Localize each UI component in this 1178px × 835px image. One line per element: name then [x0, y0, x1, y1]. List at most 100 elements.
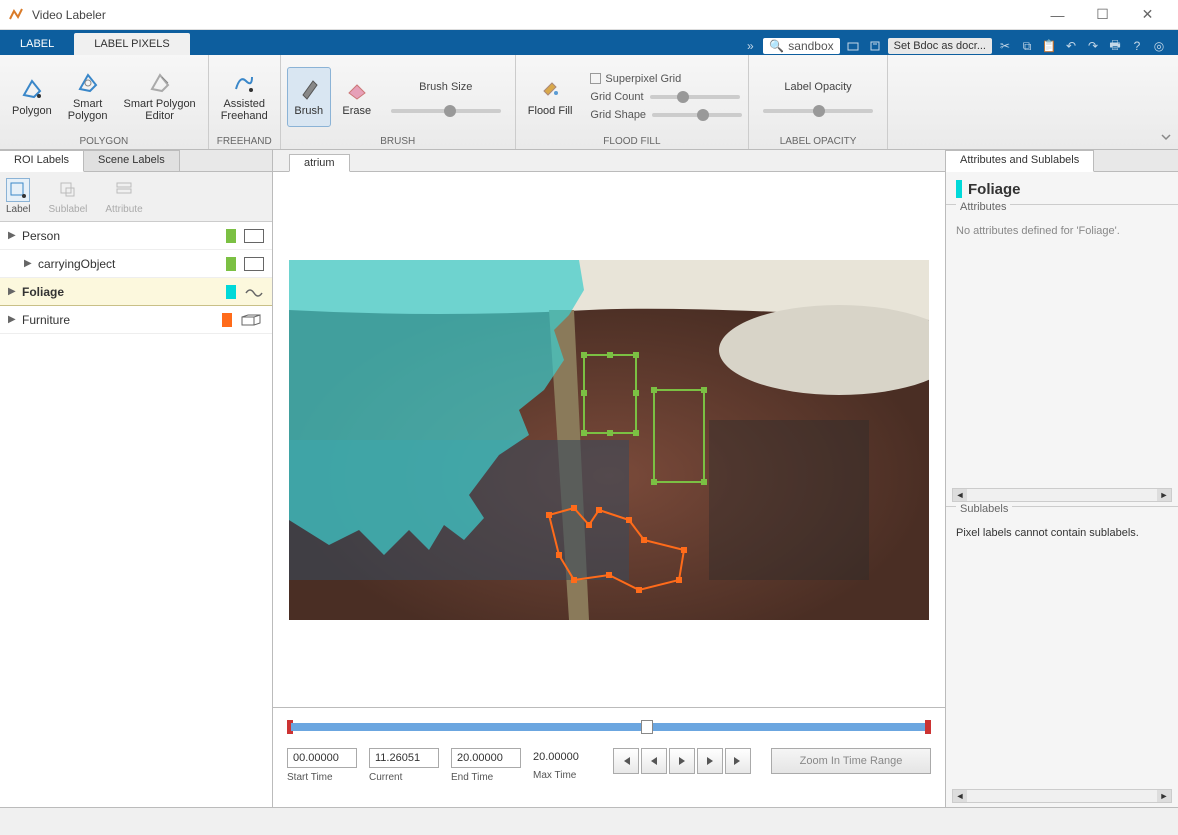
doc-button[interactable]: Set Bdoc as docr... [888, 38, 992, 54]
qa-icon-1[interactable] [844, 37, 862, 55]
brush-size-slider[interactable] [391, 109, 501, 113]
color-swatch [222, 313, 232, 327]
color-swatch [226, 285, 236, 299]
brush-size-label: Brush Size [419, 81, 472, 93]
prev-frame-button[interactable] [641, 748, 667, 774]
target-icon[interactable]: ◎ [1150, 37, 1168, 55]
group-opacity: Label Opacity LABEL OPACITY [749, 55, 888, 149]
right-panel: Attributes and Sublabels Foliage Attribu… [946, 150, 1178, 807]
statusbar [0, 807, 1178, 835]
grid-shape-slider[interactable] [652, 113, 742, 117]
erase-icon [343, 75, 371, 103]
zoom-time-range-button[interactable]: Zoom In Time Range [771, 748, 931, 774]
print-icon[interactable]: 🖶 [1106, 37, 1124, 55]
brush-button[interactable]: Brush [287, 67, 331, 127]
label-item-carryingobject[interactable]: ▶carryingObject [0, 250, 272, 278]
group-freehand-label: FREEHAND [215, 134, 274, 147]
attribute-tool-icon [112, 178, 136, 202]
expand-arrow-icon[interactable]: ▶ [8, 314, 22, 325]
timeline: 00.00000Start Time 11.26051Current 20.00… [273, 707, 945, 807]
group-brush: Brush Erase Brush Size BRUSH [281, 55, 516, 149]
freehand-icon [230, 71, 258, 97]
quick-access-bar: » 🔍 sandbox Set Bdoc as docr... ✂ ⧉ 📋 ↶ … [741, 37, 1178, 55]
first-frame-button[interactable] [613, 748, 639, 774]
matlab-logo-icon [8, 7, 24, 23]
smart-polygon-editor-button[interactable]: Smart Polygon Editor [118, 67, 202, 127]
qa-icon-2[interactable] [866, 37, 884, 55]
tab-scene-labels[interactable]: Scene Labels [84, 150, 180, 171]
timeline-track[interactable] [287, 720, 931, 734]
smart-polygon-icon [74, 71, 102, 97]
selected-label-swatch [956, 180, 962, 198]
play-button[interactable] [669, 748, 695, 774]
copy-icon[interactable]: ⧉ [1018, 37, 1036, 55]
start-time-input[interactable]: 00.00000 [287, 748, 357, 768]
label-name: Person [22, 229, 218, 243]
flood-fill-icon [536, 75, 564, 103]
attributes-body: No attributes defined for 'Foliage'. [956, 225, 1168, 237]
polygon-icon [18, 75, 46, 103]
tab-attributes-sublabels[interactable]: Attributes and Sublabels [946, 150, 1094, 172]
tab-label-pixels[interactable]: LABEL PIXELS [74, 33, 189, 55]
group-polygon: Polygon Smart Polygon Smart Polygon Edit… [0, 55, 209, 149]
undo-icon[interactable]: ↶ [1062, 37, 1080, 55]
max-time-value: 20.00000 [533, 748, 579, 766]
selected-label-title: Foliage [968, 181, 1021, 198]
close-button[interactable]: ✕ [1125, 0, 1170, 30]
sublabels-body: Pixel labels cannot contain sublabels. [956, 527, 1168, 539]
expand-arrow-icon[interactable]: ▶ [8, 286, 22, 297]
ribbon-tab-row: LABEL LABEL PIXELS » 🔍 sandbox Set Bdoc … [0, 30, 1178, 55]
tab-roi-labels[interactable]: ROI Labels [0, 150, 84, 172]
next-frame-button[interactable] [697, 748, 723, 774]
color-swatch [226, 229, 236, 243]
sublabels-scrollbar[interactable]: ◄► [952, 789, 1172, 803]
timeline-thumb[interactable] [641, 720, 653, 734]
smart-polygon-editor-icon [146, 71, 174, 97]
label-tool[interactable]: Label [6, 178, 30, 215]
smart-polygon-button[interactable]: Smart Polygon [62, 67, 114, 127]
superpixel-checkbox[interactable]: Superpixel Grid [590, 73, 742, 85]
brush-icon [295, 75, 323, 103]
expand-arrow-icon[interactable]: ▶ [24, 258, 38, 269]
redo-icon[interactable]: ↷ [1084, 37, 1102, 55]
grid-count-label: Grid Count [590, 91, 643, 103]
sublabel-tool-icon [56, 178, 80, 202]
paste-icon[interactable]: 📋 [1040, 37, 1058, 55]
label-list: ▶Person▶carryingObject▶Foliage▶Furniture [0, 222, 272, 807]
expand-icon[interactable]: » [741, 37, 759, 55]
cut-icon[interactable]: ✂ [996, 37, 1014, 55]
grid-count-slider[interactable] [650, 95, 740, 99]
flood-fill-button[interactable]: Flood Fill [522, 67, 579, 127]
assisted-freehand-button[interactable]: Assisted Freehand [215, 67, 274, 127]
attribute-tool: Attribute [105, 178, 142, 215]
current-time-input[interactable]: 11.26051 [369, 748, 439, 768]
expand-arrow-icon[interactable]: ▶ [8, 230, 22, 241]
center-panel: atrium [273, 150, 946, 807]
pixel-type-icon [244, 285, 264, 299]
label-name: carryingObject [38, 257, 218, 271]
ribbon-end [888, 55, 1178, 149]
end-time-input[interactable]: 20.00000 [451, 748, 521, 768]
video-tab[interactable]: atrium [289, 154, 350, 172]
label-item-person[interactable]: ▶Person [0, 222, 272, 250]
search-text: sandbox [788, 39, 833, 53]
attributes-scrollbar[interactable]: ◄► [952, 488, 1172, 502]
maximize-button[interactable]: ☐ [1080, 0, 1125, 30]
label-item-furniture[interactable]: ▶Furniture [0, 306, 272, 334]
minimize-button[interactable]: — [1035, 0, 1080, 30]
erase-button[interactable]: Erase [335, 67, 379, 127]
cuboid-type-icon [240, 313, 264, 327]
search-box[interactable]: 🔍 sandbox [763, 38, 839, 54]
timeline-end-marker[interactable] [925, 720, 931, 734]
rect-type-icon [244, 257, 264, 271]
last-frame-button[interactable] [725, 748, 751, 774]
group-opacity-label: LABEL OPACITY [755, 134, 881, 147]
sublabel-tool: Sublabel [48, 178, 87, 215]
polygon-button[interactable]: Polygon [6, 67, 58, 127]
tab-label[interactable]: LABEL [0, 33, 74, 55]
ribbon-collapse-icon[interactable] [1160, 131, 1172, 143]
opacity-slider[interactable] [763, 109, 873, 113]
video-canvas[interactable] [273, 172, 945, 707]
help-icon[interactable]: ? [1128, 37, 1146, 55]
label-item-foliage[interactable]: ▶Foliage [0, 278, 272, 306]
